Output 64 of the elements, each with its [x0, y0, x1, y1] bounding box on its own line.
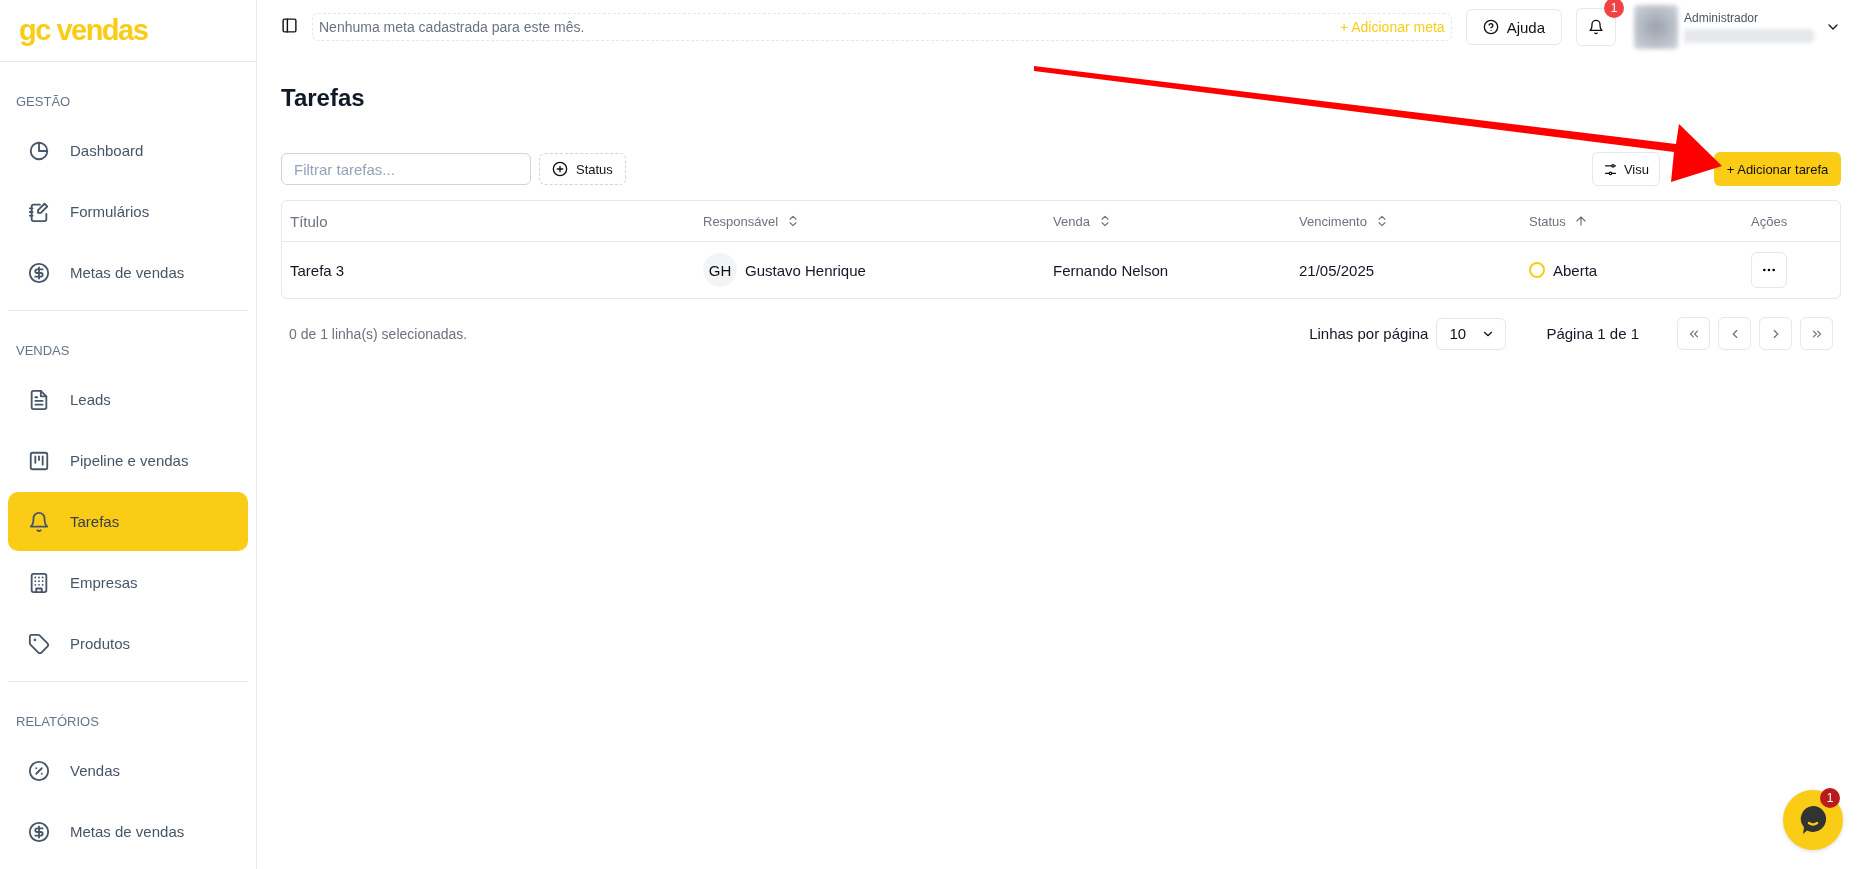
rows-per-page-label: Linhas por página: [1309, 325, 1429, 342]
goal-text: Nenhuma meta cadastrada para este mês.: [319, 19, 585, 35]
previous-page-button[interactable]: [1718, 317, 1751, 350]
help-icon: [1482, 19, 1499, 35]
dollar-icon: [28, 820, 50, 843]
sidebar-item[interactable]: Metas de vendas: [8, 802, 248, 861]
sidebar-item[interactable]: Vendas: [8, 741, 248, 800]
chat-bubble-icon: [1799, 805, 1827, 835]
tag-icon: [28, 632, 50, 655]
sidebar-toggle-icon: [281, 16, 298, 34]
filter-field[interactable]: Filtrar tarefas...: [281, 153, 531, 185]
column-header: Título: [289, 212, 329, 230]
sidebar-item[interactable]: Metas de vendas: [8, 243, 248, 302]
responsible-name: Gustavo Henrique: [745, 261, 866, 279]
next-page-button[interactable]: [1759, 317, 1792, 350]
plus-circle-icon: [552, 161, 568, 177]
more-actions-button[interactable]: [1751, 252, 1787, 288]
notification-badge: 1: [1604, 0, 1624, 18]
user-role: Administrador: [1684, 11, 1760, 25]
sidebar-item[interactable]: Dashboard: [8, 121, 248, 180]
rows-per-page-select[interactable]: 10: [1436, 317, 1507, 350]
document-icon: [28, 388, 50, 411]
status-text: Aberta: [1553, 261, 1598, 279]
sidebar-item[interactable]: Formulários: [8, 182, 248, 241]
bell-icon: [28, 510, 50, 533]
status-filter-button[interactable]: Status: [539, 153, 626, 185]
section-label: VENDAS: [15, 342, 71, 360]
due-date: 21/05/2025: [1299, 261, 1375, 279]
chat-badge: 1: [1820, 788, 1840, 808]
chat-button[interactable]: [1783, 790, 1843, 850]
bell-icon: [1588, 19, 1604, 35]
user-avatar[interactable]: [1634, 5, 1678, 49]
column-header[interactable]: Vencimento: [1291, 213, 1521, 229]
sale-name: Fernando Nelson: [1053, 261, 1169, 279]
dollar-icon: [28, 261, 50, 284]
status-circle-icon: [1529, 262, 1545, 278]
column-header[interactable]: Responsável: [695, 213, 1045, 229]
add-task-button[interactable]: + Adicionar tarefa: [1714, 152, 1841, 186]
column-header: Ações: [1750, 213, 1789, 229]
sliders-icon: [1602, 161, 1618, 177]
sidebar-item[interactable]: Leads: [8, 370, 248, 429]
notebook-icon: [28, 200, 50, 223]
selection-count: 0 de 1 linha(s) selecionadas.: [289, 325, 469, 342]
view-button[interactable]: Visu: [1591, 152, 1660, 186]
column-header[interactable]: Status: [1521, 213, 1743, 229]
section-label: GESTÃO: [15, 93, 72, 111]
first-page-button[interactable]: [1677, 317, 1710, 350]
column-header[interactable]: Venda: [1045, 213, 1291, 229]
sidebar-item[interactable]: Produtos: [8, 614, 248, 673]
building-icon: [28, 571, 50, 594]
help-button[interactable]: Ajuda: [1465, 9, 1562, 45]
last-page-button[interactable]: [1800, 317, 1833, 350]
page-title: Tarefas: [281, 84, 366, 112]
pie-chart-icon: [28, 139, 50, 162]
task-title: Tarefa 3: [290, 261, 345, 279]
kanban-icon: [28, 449, 50, 472]
page-indicator: Página 1 de 1: [1546, 325, 1639, 342]
sidebar-item[interactable]: Pipeline e vendas: [8, 431, 248, 490]
sidebar-item[interactable]: Tarefas: [8, 492, 248, 551]
sort-ascending-icon: [1573, 214, 1588, 228]
sidebar-item[interactable]: Empresas: [8, 553, 248, 612]
percent-icon: [28, 759, 50, 782]
section-label: RELATÓRIOS: [15, 713, 100, 731]
initials-avatar: GH: [703, 253, 737, 287]
